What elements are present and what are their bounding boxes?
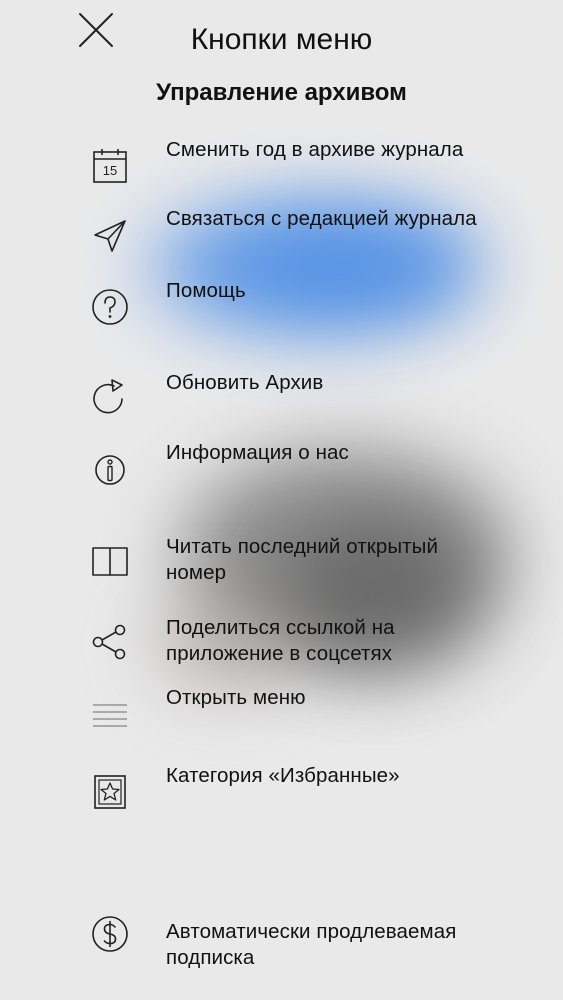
- menu-item-label: Обновить Архив: [166, 371, 324, 394]
- paper-plane-icon: [90, 216, 130, 256]
- menu-item-label: Сменить год в архиве журнала: [166, 138, 464, 161]
- dollar-circle-icon: [90, 914, 130, 954]
- menu-item-open-menu[interactable]: Открыть меню: [0, 685, 563, 735]
- menu-item-refresh[interactable]: Обновить Архив: [0, 370, 563, 428]
- menu-item-label: Категория «Избранные»: [166, 764, 400, 787]
- book-icon: [90, 542, 130, 582]
- star-frame-icon: [90, 772, 130, 812]
- menu-item-favorites[interactable]: Категория «Избранные»: [0, 763, 563, 821]
- menu-item-label: Открыть меню: [166, 686, 306, 709]
- menu-item-change-year[interactable]: 15 Сменить год в архиве журнала: [0, 136, 563, 194]
- refresh-icon: [90, 377, 130, 417]
- menu-item-help[interactable]: Помощь: [0, 278, 563, 336]
- menu-item-share[interactable]: Поделиться ссылкой на приложение в соцсе…: [0, 614, 563, 672]
- calendar-icon: 15: [90, 147, 130, 187]
- menu-item-label: Информация о нас: [166, 441, 349, 464]
- menu-item-about[interactable]: Информация о нас: [0, 440, 563, 498]
- info-icon: [90, 450, 130, 490]
- menu-item-label: Поделиться ссылкой на приложение в соцсе…: [166, 616, 395, 665]
- menu-item-label: Читать последний открытый номер: [166, 535, 439, 584]
- calendar-day-number: 15: [103, 163, 117, 178]
- menu-lines-icon: [90, 693, 130, 733]
- menu-item-label: Помощь: [166, 279, 246, 302]
- question-circle-icon: [90, 287, 130, 327]
- menu-item-read-last[interactable]: Читать последний открытый номер: [0, 533, 563, 591]
- menu-item-label: Связаться с редакцией журнала: [166, 207, 477, 230]
- section-title: Управление архивом: [156, 79, 407, 106]
- menu-item-contact[interactable]: Связаться с редакцией журнала: [0, 205, 563, 263]
- share-icon: [90, 622, 130, 662]
- menu-item-label: Автоматически продлеваемая подписка: [166, 920, 457, 969]
- page-title: Кнопки меню: [190, 23, 373, 56]
- menu-item-subscription[interactable]: Автоматически продлеваемая подписка: [0, 916, 563, 976]
